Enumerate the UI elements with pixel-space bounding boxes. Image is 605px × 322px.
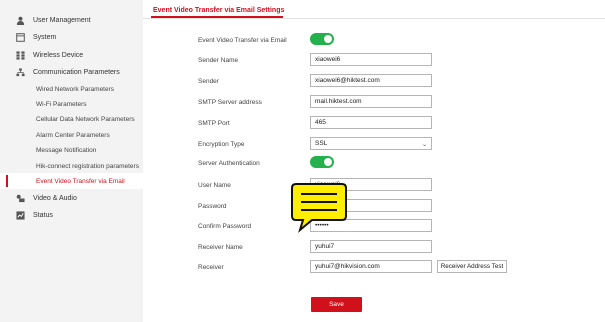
sidebar-item-status[interactable]: Status [0, 207, 143, 223]
note-callout-icon [291, 183, 347, 233]
receiver-name-label: Receiver Name [198, 244, 243, 251]
sidebar-subitem-cellular[interactable]: Cellular Data Network Parameters [0, 111, 143, 127]
enable-toggle[interactable] [310, 33, 334, 45]
sidebar-item-label: User Management [33, 16, 91, 24]
confirm-password-label: Confirm Password [198, 223, 252, 230]
sidebar-item-label: Status [33, 211, 53, 219]
receiver-address-test-button[interactable]: Receiver Address Test [437, 260, 507, 273]
sidebar-subitem-wired-network[interactable]: Wired Network Parameters [0, 81, 143, 97]
network-icon [16, 67, 25, 76]
receiver-name-input[interactable]: yuhui7 [310, 240, 432, 253]
auth-toggle[interactable] [310, 156, 334, 168]
sidebar-subitem-label: Message Notification [36, 146, 97, 154]
sidebar-item-system[interactable]: System [0, 29, 143, 45]
sidebar-subitem-message-notification[interactable]: Message Notification [0, 142, 143, 158]
sidebar-subitem-label: Wi-Fi Parameters [36, 100, 87, 108]
sidebar-subitem-label: Event Video Transfer via Email [36, 177, 125, 185]
status-icon [16, 210, 25, 220]
username-label: User Name [198, 182, 231, 189]
auth-label: Server Authentication [198, 160, 260, 167]
sender-label: Sender [198, 78, 219, 85]
enable-label: Event Video Transfer via Email [198, 37, 287, 44]
user-icon [16, 16, 25, 25]
sidebar-subitem-label: Wired Network Parameters [36, 85, 115, 93]
sidebar-item-label: System [33, 33, 57, 41]
video-audio-icon [16, 194, 25, 202]
sidebar-subitem-label: Hik-connect registration parameters [36, 162, 139, 170]
sidebar-subitem-alarm-center[interactable]: Alarm Center Parameters [0, 127, 143, 143]
sidebar-item-user-management[interactable]: User Management [0, 12, 143, 28]
sidebar-subitem-hik-connect[interactable]: Hik-connect registration parameters [0, 158, 143, 174]
receiver-input[interactable]: yuhui7@hikvision.com [310, 260, 432, 273]
sidebar-item-label: Wireless Device [33, 51, 84, 59]
sidebar-item-communication-parameters[interactable]: Communication Parameters [0, 64, 143, 80]
sidebar-subitem-label: Alarm Center Parameters [36, 131, 110, 139]
page-header: Event Video Transfer via Email Settings [143, 0, 605, 19]
password-label: Password [198, 203, 227, 210]
sidebar-item-video-audio[interactable]: Video & Audio [0, 190, 143, 206]
smtp-address-label: SMTP Server address [198, 99, 262, 106]
encryption-label: Encryption Type [198, 141, 245, 148]
sender-name-input[interactable]: xiaowei6 [310, 53, 432, 66]
sidebar-subitem-event-video-email[interactable]: Event Video Transfer via Email [0, 173, 143, 189]
sidebar-subitem-wifi[interactable]: Wi-Fi Parameters [0, 96, 143, 112]
system-icon [16, 32, 25, 42]
sidebar: User Management System Wireless Device C… [0, 0, 143, 322]
sidebar-subitem-label: Cellular Data Network Parameters [36, 115, 135, 123]
save-button[interactable]: Save [311, 297, 362, 312]
sidebar-item-wireless-device[interactable]: Wireless Device [0, 47, 143, 63]
encryption-value: SSL [315, 140, 328, 147]
sender-input[interactable]: xiaowei6@hiktest.com [310, 74, 432, 87]
smtp-port-label: SMTP Port [198, 120, 230, 127]
sidebar-item-label: Video & Audio [33, 194, 77, 202]
smtp-port-input[interactable]: 465 [310, 116, 432, 129]
title-underline [151, 16, 283, 18]
active-indicator [6, 175, 8, 187]
sidebar-item-label: Communication Parameters [33, 68, 120, 76]
page-title: Event Video Transfer via Email Settings [153, 7, 285, 14]
receiver-label: Receiver [198, 264, 224, 271]
smtp-address-input[interactable]: mail.hiktest.com [310, 95, 432, 108]
chevron-down-icon: ⌄ [421, 142, 427, 148]
device-grid-icon [16, 50, 25, 60]
sender-name-label: Sender Name [198, 57, 239, 64]
encryption-select[interactable]: SSL ⌄ [310, 137, 432, 150]
